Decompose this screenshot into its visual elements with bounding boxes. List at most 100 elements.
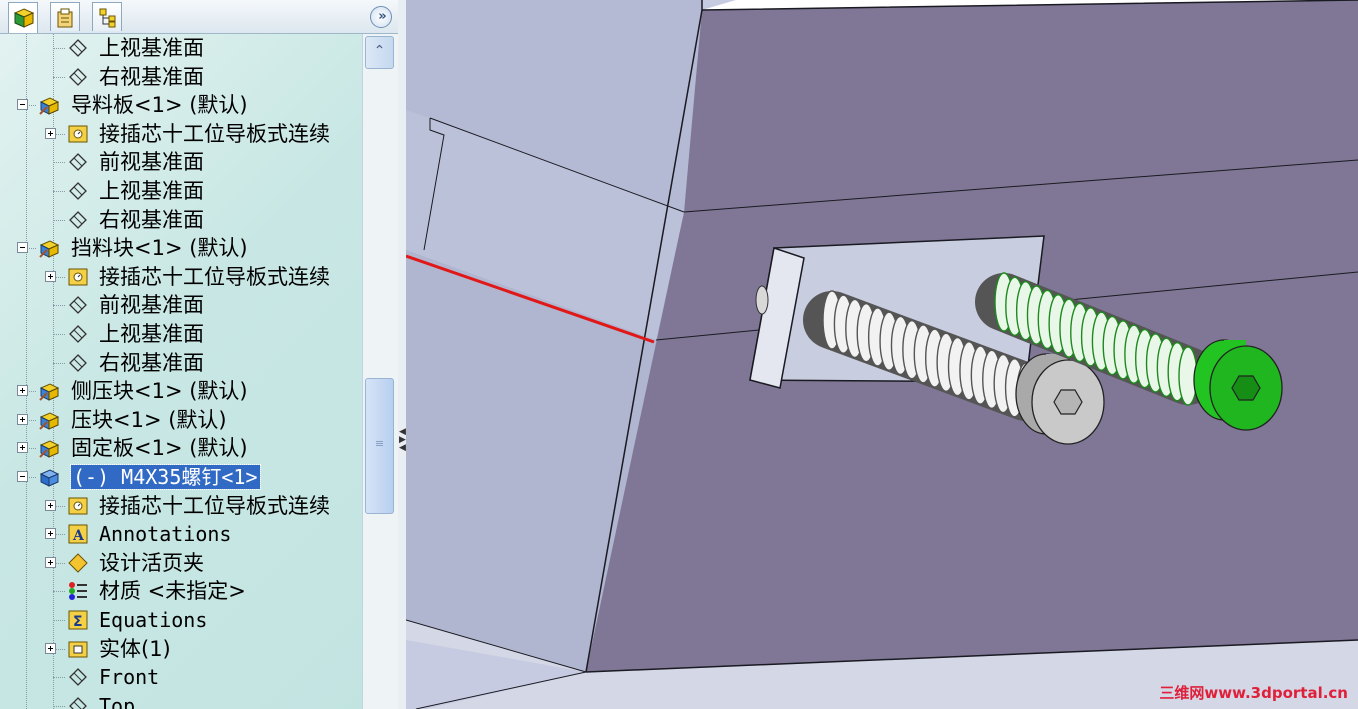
expand-icon[interactable] — [17, 442, 28, 454]
tree-item[interactable]: 上视基准面 — [0, 34, 362, 62]
tree-item[interactable]: 导料板<1> (默认) — [0, 91, 362, 119]
solid-bodies-folder-icon — [67, 638, 89, 660]
feature-tree: 上视基准面 右视基准面 导料板<1> (默认) 接插芯十工位导板式连续 前视基准面 上视基… — [0, 34, 362, 709]
annotations-icon: A — [67, 523, 89, 545]
tree-item[interactable]: 接插芯十工位导板式连续 — [0, 263, 362, 291]
tree-item[interactable]: A Annotations — [0, 520, 362, 548]
tree-item[interactable]: Front — [0, 663, 362, 691]
plane-icon — [67, 294, 89, 316]
model-view[interactable] — [406, 0, 1358, 709]
collapse-icon[interactable] — [17, 242, 28, 254]
tree-item-label: 上视基准面 — [99, 322, 204, 346]
history-folder-icon — [67, 495, 89, 517]
tree-item[interactable]: 前视基准面 — [0, 148, 362, 176]
tree-item[interactable]: 上视基准面 — [0, 177, 362, 205]
expand-icon[interactable] — [45, 528, 56, 540]
tree-item[interactable]: 挡料块<1> (默认) — [0, 234, 362, 262]
double-chevron-right-icon: » — [378, 9, 386, 24]
tree-connector — [53, 162, 65, 164]
tree-item-label: 接插芯十工位导板式连续 — [99, 493, 330, 518]
tree-connector — [53, 305, 65, 307]
tree-scrollbar[interactable]: ⌃ ≡ — [362, 34, 398, 709]
propertymanager-tab[interactable] — [50, 2, 80, 31]
expand-icon[interactable] — [45, 499, 56, 511]
expand-icon[interactable] — [17, 385, 28, 397]
tree-connector — [53, 48, 65, 49]
tree-connector — [53, 76, 65, 78]
part-icon — [38, 409, 60, 431]
tree-connector — [53, 705, 65, 707]
material-icon — [67, 580, 89, 602]
tree-item[interactable]: Σ Equations — [0, 606, 362, 634]
tree-item-label: 材质 <未指定> — [99, 579, 246, 604]
tree-item[interactable]: Top — [0, 692, 362, 709]
scroll-up-button[interactable]: ⌃ — [365, 36, 394, 69]
tree-item[interactable]: 右视基准面 — [0, 206, 362, 234]
tree-item-label: 挡料块<1> (默认) — [71, 236, 248, 261]
splitter-grip-icon: ◀ ▶ ◀ — [399, 427, 406, 453]
chevron-up-icon: ⌃ — [373, 43, 386, 59]
tree-connector — [53, 191, 65, 192]
collapse-panel-button[interactable]: » — [370, 6, 392, 28]
tree-item-label: 前视基准面 — [99, 293, 204, 318]
plane-icon — [67, 695, 89, 709]
tree-item[interactable]: 右视基准面 — [0, 63, 362, 91]
tree-item[interactable]: 右视基准面 — [0, 349, 362, 377]
expand-icon[interactable] — [17, 413, 28, 425]
tree-item-label: 上视基准面 — [99, 36, 204, 60]
graphics-viewport[interactable]: 三维网www.3dportal.cn — [406, 0, 1358, 709]
configurationmanager-tab[interactable] — [92, 2, 122, 31]
tree-item-label: 侧压块<1> (默认) — [71, 379, 248, 404]
tree-connector — [53, 219, 65, 221]
feature-manager-panel: » 上视基准面 右视基准面 导料板<1> (默认) 接插芯十工位导板式连续 前视基准面上… — [0, 0, 399, 709]
collapse-icon[interactable] — [17, 99, 28, 111]
part-icon — [38, 437, 60, 459]
design-binder-icon — [67, 552, 89, 574]
tree-item[interactable]: 固定板<1> (默认) — [0, 434, 362, 462]
tree-item[interactable]: 设计活页夹 — [0, 549, 362, 577]
tree-item[interactable]: 材质 <未指定> — [0, 577, 362, 605]
tree-item-label: 前视基准面 — [99, 150, 204, 175]
plane-icon — [67, 352, 89, 374]
plane-icon — [67, 37, 89, 59]
tree-item-label: (-) M4X35螺钉<1> — [70, 464, 261, 490]
history-folder-icon — [67, 266, 89, 288]
feature-tree-icon — [13, 8, 35, 28]
tree-item-label: 右视基准面 — [99, 350, 204, 375]
equations-icon: Σ — [67, 609, 89, 631]
part-icon — [38, 380, 60, 402]
plane-icon — [67, 666, 89, 688]
tree-connector — [53, 677, 65, 679]
tree-item[interactable]: 接插芯十工位导板式连续 — [0, 492, 362, 520]
featuremanager-tab[interactable] — [8, 2, 38, 33]
part-blue-icon — [38, 466, 60, 488]
collapse-icon[interactable] — [17, 471, 28, 482]
panel-tab-bar: » — [0, 0, 398, 34]
tree-item-label: 压块<1> (默认) — [71, 407, 227, 432]
watermark: 三维网www.3dportal.cn — [1159, 684, 1348, 702]
tree-item[interactable]: 前视基准面 — [0, 291, 362, 319]
history-folder-icon — [67, 123, 89, 145]
tree-item[interactable]: 侧压块<1> (默认) — [0, 377, 362, 405]
part-icon — [38, 94, 60, 116]
plane-icon — [67, 180, 89, 202]
tree-item[interactable]: 上视基准面 — [0, 320, 362, 348]
expand-icon[interactable] — [45, 127, 56, 139]
tree-connector — [53, 620, 65, 621]
tree-connector — [53, 591, 65, 593]
plane-icon — [67, 323, 89, 345]
expand-icon[interactable] — [45, 642, 56, 654]
svg-text:Σ: Σ — [73, 614, 83, 630]
expand-icon[interactable] — [45, 270, 56, 282]
panel-splitter[interactable]: ◀ ▶ ◀ — [398, 0, 406, 709]
tree-item-label: 右视基准面 — [99, 207, 204, 232]
tree-item[interactable]: 压块<1> (默认) — [0, 406, 362, 434]
tree-connector — [53, 334, 65, 335]
expand-icon[interactable] — [45, 556, 56, 568]
scroll-thumb[interactable]: ≡ — [365, 378, 394, 514]
tree-connector — [53, 362, 65, 364]
tree-item[interactable]: 实体(1) — [0, 635, 362, 663]
tree-item-label: Front — [99, 665, 160, 690]
tree-item[interactable]: 接插芯十工位导板式连续 — [0, 120, 362, 148]
tree-item[interactable]: (-) M4X35螺钉<1> — [0, 463, 362, 491]
